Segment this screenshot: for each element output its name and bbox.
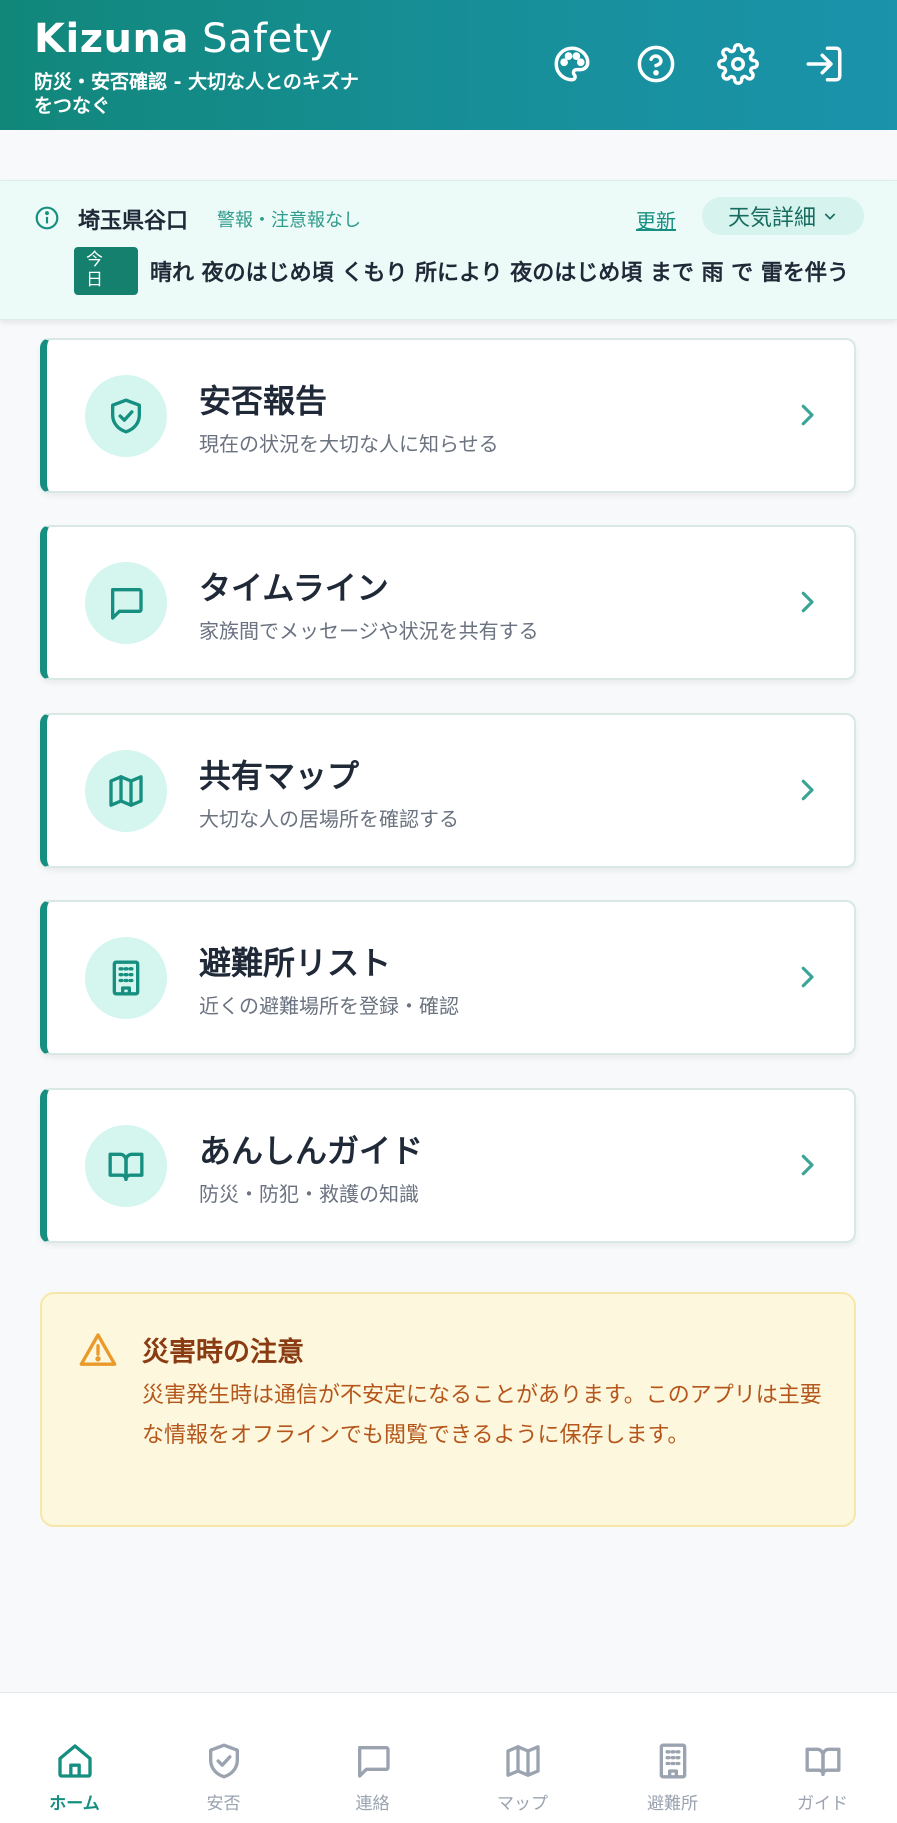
today-badge-line1: 今 xyxy=(86,250,103,270)
menu-card-safety-report[interactable]: 安否報告 現在の状況を大切な人に知らせる xyxy=(40,338,856,493)
gear-icon xyxy=(717,43,759,85)
warning-icon xyxy=(78,1330,118,1370)
nav-label: 避難所 xyxy=(647,1794,698,1814)
menu-card-timeline[interactable]: タイムライン 家族間でメッセージや状況を共有する xyxy=(40,525,856,680)
card-title: タイムライン xyxy=(199,569,389,607)
shield-check-icon xyxy=(111,398,141,434)
book-icon xyxy=(108,1152,144,1181)
chat-icon xyxy=(111,588,143,620)
today-badge: 今 日 xyxy=(74,247,138,295)
logout-icon xyxy=(806,46,842,82)
card-icon-badge xyxy=(85,1125,167,1207)
menu-card-safety-guide[interactable]: あんしんガイド 防災・防犯・救護の知識 xyxy=(40,1088,856,1243)
shield-check-icon xyxy=(208,1743,239,1779)
card-title: 共有マップ xyxy=(199,757,360,795)
nav-item-home[interactable]: ホーム xyxy=(0,1693,149,1823)
nav-item-map[interactable]: マップ xyxy=(448,1693,597,1823)
book-icon xyxy=(805,1747,840,1776)
weather-detail-button[interactable]: 天気詳細 xyxy=(702,197,864,235)
weather-warning: 警報・注意報なし xyxy=(217,210,361,231)
card-icon-badge xyxy=(85,750,167,832)
weather-panel: 埼玉県谷口 警報・注意報なし 更新 天気詳細 今 日 晴れ 夜のはじめ頃 くもり… xyxy=(0,180,897,320)
palette-icon xyxy=(554,46,590,82)
app-tagline: 防災・安否確認 - 大切な人とのキズナをつなぐ xyxy=(34,71,359,117)
weather-detail-label: 天気詳細 xyxy=(727,206,816,231)
card-description: 防災・防犯・救護の知識 xyxy=(199,1182,419,1206)
menu-card-shelter-list[interactable]: 避難所リスト 近くの避難場所を登録・確認 xyxy=(40,900,856,1055)
chat-icon xyxy=(357,1746,390,1778)
card-title: あんしんガイド xyxy=(199,1132,424,1170)
today-badge-line2: 日 xyxy=(86,270,103,290)
map-icon xyxy=(109,775,143,807)
nav-item-shelter[interactable]: 避難所 xyxy=(598,1693,747,1823)
disaster-notice: 災害時の注意 災害発生時は通信が不安定になることがあります。このアプリは主要な情… xyxy=(40,1292,856,1527)
weather-forecast: 晴れ 夜のはじめ頃 くもり 所により 夜のはじめ頃 まで 雨 で 雷を伴う xyxy=(150,261,849,286)
app-brand: Kizuna Safety xyxy=(34,16,333,62)
app-screen: Kizuna Safety 防災・安否確認 - 大切な人とのキズナをつなぐ 埼玉… xyxy=(0,0,897,1823)
brand-bold: Kizuna xyxy=(34,16,189,62)
theme-button[interactable] xyxy=(548,40,596,88)
card-icon-badge xyxy=(85,375,167,457)
nav-label: ガイド xyxy=(797,1794,848,1814)
nav-label: ホーム xyxy=(49,1794,100,1814)
chevron-right-icon xyxy=(792,775,822,805)
building-icon xyxy=(659,1743,686,1779)
card-description: 現在の状況を大切な人に知らせる xyxy=(199,432,499,456)
app-header: Kizuna Safety 防災・安否確認 - 大切な人とのキズナをつなぐ xyxy=(0,0,897,130)
card-description: 大切な人の居場所を確認する xyxy=(199,807,459,831)
card-description: 近くの避難場所を登録・確認 xyxy=(199,994,459,1018)
menu-card-shared-map[interactable]: 共有マップ 大切な人の居場所を確認する xyxy=(40,713,856,868)
nav-label: 安否 xyxy=(206,1794,241,1814)
notice-text: 災害発生時は通信が不安定になることがあります。このアプリは主要な情報をオフライン… xyxy=(142,1383,822,1448)
info-icon xyxy=(34,205,60,231)
weather-update-link[interactable]: 更新 xyxy=(636,205,676,234)
card-title: 安否報告 xyxy=(199,382,328,420)
chevron-right-icon xyxy=(792,587,822,617)
weather-location: 埼玉県谷口 xyxy=(78,209,189,234)
home-icon xyxy=(57,1744,92,1778)
brand-light: Safety xyxy=(202,16,334,62)
chevron-right-icon xyxy=(792,400,822,430)
chevron-down-icon xyxy=(824,213,836,220)
nav-label: 連絡 xyxy=(355,1794,390,1814)
help-icon xyxy=(637,45,675,83)
map-icon xyxy=(505,1745,540,1777)
nav-item-contact[interactable]: 連絡 xyxy=(298,1693,447,1823)
card-title: 避難所リスト xyxy=(199,944,392,982)
nav-label: マップ xyxy=(497,1794,548,1814)
nav-item-guide[interactable]: ガイド xyxy=(748,1693,897,1823)
chevron-right-icon xyxy=(792,1150,822,1180)
help-button[interactable] xyxy=(632,40,680,88)
building-icon xyxy=(112,960,140,996)
card-icon-badge xyxy=(85,562,167,644)
settings-button[interactable] xyxy=(714,40,762,88)
nav-item-safety[interactable]: 安否 xyxy=(149,1693,298,1823)
logout-button[interactable] xyxy=(800,40,848,88)
card-description: 家族間でメッセージや状況を共有する xyxy=(199,619,539,643)
card-icon-badge xyxy=(85,937,167,1019)
notice-title: 災害時の注意 xyxy=(142,1337,304,1368)
bottom-navigation: ホーム 安否 連絡 マップ 避難所 ガイド xyxy=(0,1692,897,1823)
chevron-right-icon xyxy=(792,962,822,992)
